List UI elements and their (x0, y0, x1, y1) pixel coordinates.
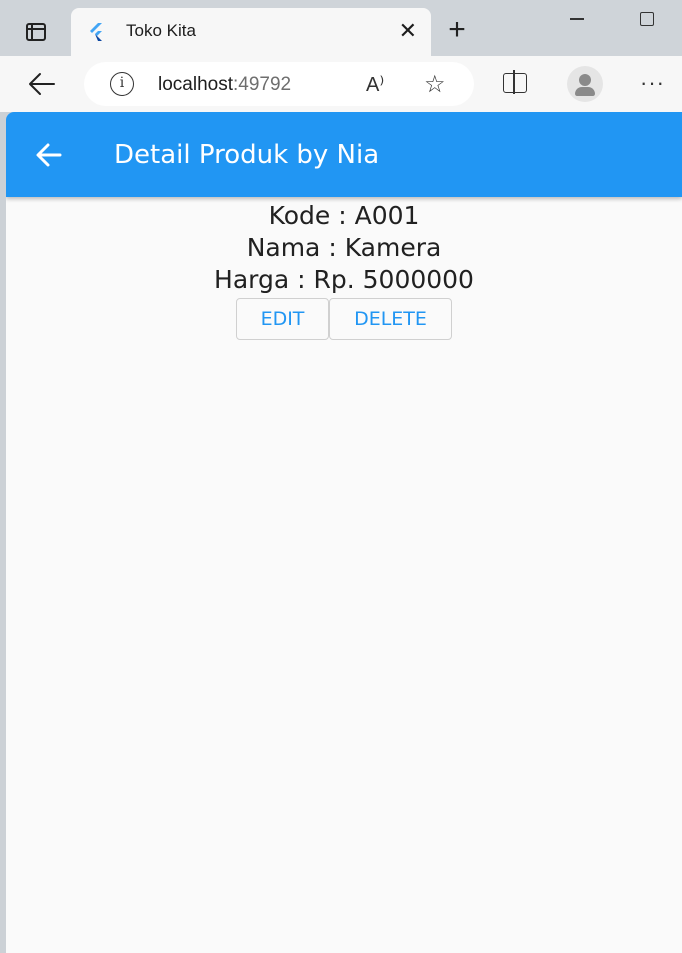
edit-button[interactable]: EDIT (236, 298, 329, 340)
appbar-back-arrow-icon[interactable] (34, 140, 64, 170)
address-bar[interactable]: i localhost:49792 A⁾ ☆ (84, 62, 474, 106)
product-harga: Harga : Rp. 5000000 (214, 265, 474, 294)
tab-title: Toko Kita (126, 21, 196, 40)
app-bar: Detail Produk by Nia (6, 112, 682, 197)
delete-button[interactable]: DELETE (329, 298, 452, 340)
browser-toolbar: i localhost:49792 A⁾ ☆ ··· (0, 56, 682, 112)
action-buttons: EDIT DELETE (6, 298, 682, 340)
browser-tab-strip: Toko Kita ✕ + (0, 0, 682, 56)
browser-tab[interactable]: Toko Kita ✕ (71, 8, 431, 56)
tab-actions-icon[interactable] (16, 16, 56, 48)
address-url[interactable]: localhost:49792 (158, 74, 291, 96)
flutter-favicon-icon (90, 23, 102, 41)
split-screen-icon[interactable] (503, 70, 527, 94)
page-viewport: Detail Produk by Nia Kode : A001 Nama : … (6, 112, 682, 953)
favorite-star-icon[interactable]: ☆ (424, 70, 446, 99)
page-title: Detail Produk by Nia (114, 140, 380, 170)
product-nama: Nama : Kamera (246, 233, 442, 262)
more-options-icon[interactable]: ··· (640, 70, 665, 96)
site-info-icon[interactable]: i (110, 72, 134, 96)
window-maximize-icon[interactable] (640, 12, 654, 26)
tab-close-icon[interactable]: ✕ (399, 18, 417, 44)
profile-avatar-icon[interactable] (567, 66, 603, 102)
product-detail: Kode : A001 Nama : Kamera Harga : Rp. 50… (6, 200, 682, 340)
new-tab-icon[interactable]: + (443, 15, 471, 45)
read-aloud-icon[interactable]: A⁾ (366, 72, 384, 97)
window-minimize-icon[interactable] (570, 18, 584, 20)
product-kode: Kode : A001 (268, 201, 420, 230)
browser-back-icon[interactable] (26, 69, 58, 99)
